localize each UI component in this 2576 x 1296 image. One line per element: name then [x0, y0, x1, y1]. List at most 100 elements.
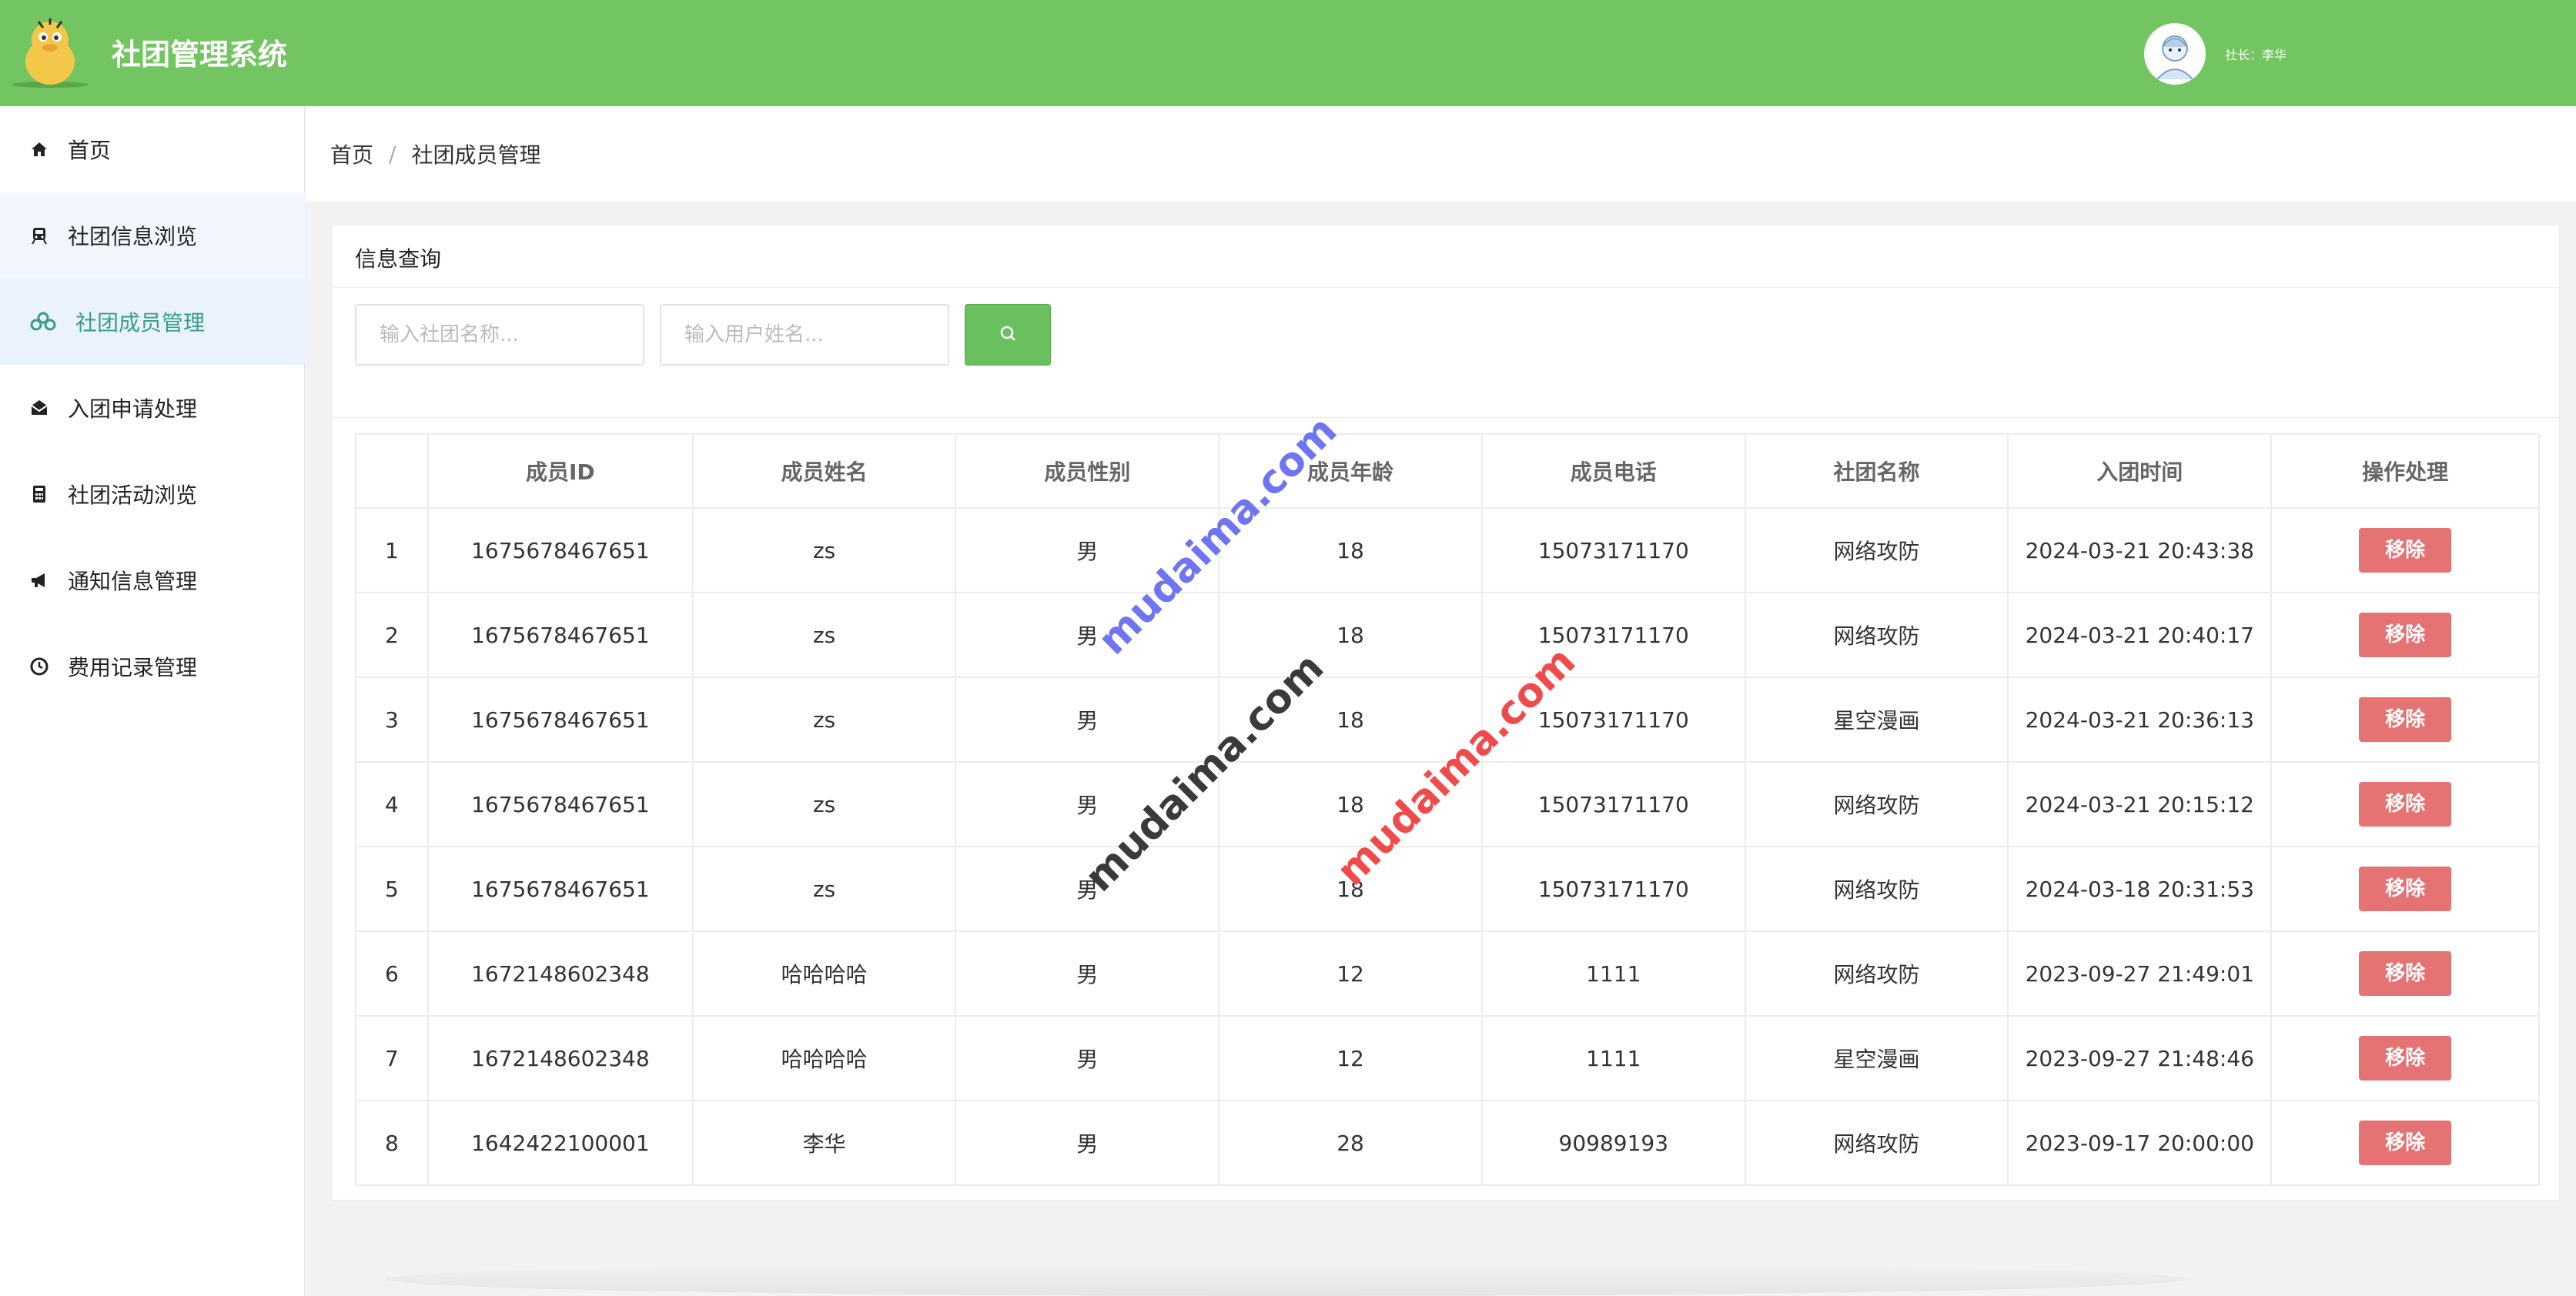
table-row: 5 1675678467651 zs 男 18 15073171170 网络攻防 2024-0… — [355, 846, 2540, 932]
remove-button[interactable]: 移除 — [2359, 528, 2452, 573]
sidebar-item-club-info[interactable]: 社团信息浏览 — [0, 192, 305, 279]
cell-age: 12 — [1218, 930, 1483, 1017]
cell-actions: 移除 — [2270, 1015, 2540, 1101]
clock-icon — [28, 655, 51, 678]
cell-club-name: 网络攻防 — [1744, 1100, 2009, 1186]
cell-member-id: 1675678467651 — [427, 761, 694, 847]
cell-join-time: 2024-03-18 20:31:53 — [2007, 846, 2273, 932]
cell-index: 6 — [355, 930, 429, 1017]
cell-gender: 男 — [955, 1100, 1220, 1186]
col-header-gender: 成员性别 — [955, 433, 1220, 509]
breadcrumb-home[interactable]: 首页 — [330, 139, 373, 169]
user-name-input[interactable] — [660, 304, 949, 366]
cell-club-name: 星空漫画 — [1744, 676, 2009, 763]
cell-index: 7 — [355, 1015, 429, 1101]
col-header-phone: 成员电话 — [1480, 433, 1746, 509]
cell-phone: 15073171170 — [1480, 507, 1746, 593]
cell-gender: 男 — [955, 1015, 1220, 1101]
remove-button[interactable]: 移除 — [2359, 951, 2452, 996]
remove-button[interactable]: 移除 — [2359, 782, 2452, 827]
cell-club-name: 网络攻防 — [1744, 930, 2009, 1017]
sidebar-item-label: 社团信息浏览 — [68, 224, 198, 249]
cell-member-name: zs — [691, 846, 957, 932]
search-button[interactable] — [965, 304, 1051, 366]
table-row: 7 1672148602348 哈哈哈哈男 12 1111 星空漫画 2023-09-27 … — [355, 1015, 2540, 1101]
top-header: 社团管理系统 社长：李华 — [0, 0, 2576, 106]
cell-index: 3 — [355, 676, 429, 763]
col-header-join-time: 入团时间 — [2007, 433, 2273, 509]
cell-member-id: 1675678467651 — [427, 507, 694, 593]
cell-index: 4 — [355, 761, 429, 847]
cell-join-time: 2024-03-21 20:15:12 — [2007, 761, 2273, 847]
cell-join-time: 2024-03-21 20:43:38 — [2007, 507, 2273, 593]
cell-phone: 1111 — [1480, 1015, 1746, 1101]
cell-index: 2 — [355, 592, 429, 678]
cell-member-name: zs — [691, 761, 957, 847]
remove-button[interactable]: 移除 — [2359, 1036, 2452, 1081]
sidebar-item-label: 入团申请处理 — [68, 396, 198, 422]
user-role-label: 社长：李华 — [2225, 48, 2287, 62]
remove-button[interactable]: 移除 — [2359, 1121, 2452, 1165]
cell-join-time: 2024-03-21 20:40:17 — [2007, 592, 2273, 678]
cell-age: 12 — [1218, 1015, 1483, 1101]
cell-member-name: 李华 — [691, 1100, 957, 1186]
cell-member-id: 1675678467651 — [427, 592, 694, 678]
cell-join-time: 2023-09-27 21:49:01 — [2007, 930, 2273, 1017]
sidebar-item-label: 社团活动浏览 — [68, 483, 198, 508]
sidebar-item-home[interactable]: 首页 — [0, 106, 305, 192]
cell-member-name: zs — [691, 592, 957, 678]
home-icon — [28, 138, 51, 161]
cell-actions: 移除 — [2270, 592, 2540, 678]
cell-phone: 15073171170 — [1480, 761, 1746, 847]
cell-phone: 15073171170 — [1480, 592, 1746, 678]
remove-button[interactable]: 移除 — [2359, 867, 2452, 911]
cell-actions: 移除 — [2270, 761, 2540, 847]
sidebar-item-join-requests[interactable]: 入团申请处理 — [0, 365, 305, 451]
club-name-input[interactable] — [355, 304, 644, 366]
cell-actions: 移除 — [2270, 1100, 2540, 1186]
sidebar-item-label: 通知信息管理 — [68, 569, 198, 594]
sidebar-item-notices[interactable]: 通知信息管理 — [0, 537, 305, 623]
cell-actions: 移除 — [2270, 676, 2540, 763]
cell-member-name: 哈哈哈哈 — [691, 930, 957, 1017]
cell-age: 28 — [1218, 1100, 1483, 1186]
cell-member-id: 1672148602348 — [427, 1015, 694, 1101]
cell-phone: 90989193 — [1480, 1100, 1746, 1186]
cell-join-time: 2024-03-21 20:36:13 — [2007, 676, 2273, 763]
cell-club-name: 网络攻防 — [1744, 846, 2009, 932]
cell-age: 18 — [1218, 592, 1483, 678]
sidebar-item-activities[interactable]: 社团活动浏览 — [0, 451, 305, 537]
cell-member-id: 1675678467651 — [427, 676, 694, 763]
train-icon — [28, 224, 51, 247]
cell-member-id: 1642422100001 — [427, 1100, 694, 1186]
sidebar-item-fees[interactable]: 费用记录管理 — [0, 623, 305, 710]
card-divider — [332, 287, 2559, 288]
remove-button[interactable]: 移除 — [2359, 697, 2452, 742]
table-row: 1 1675678467651 zs 男 18 15073171170 网络攻防 2024-0… — [355, 507, 2540, 593]
sidebar-item-member-mgmt[interactable]: 社团成员管理 — [0, 279, 305, 365]
table-row: 6 1672148602348 哈哈哈哈男 12 1111 网络攻防 2023-09-27 … — [355, 930, 2540, 1017]
col-header-member-name: 成员姓名 — [691, 433, 957, 509]
envelope-icon — [28, 396, 51, 419]
table-row: 8 1642422100001 李华男 28 90989193 网络攻防 2023-09-1… — [355, 1100, 2540, 1186]
cell-gender: 男 — [955, 676, 1220, 763]
cell-club-name: 网络攻防 — [1744, 507, 2009, 593]
cell-actions: 移除 — [2270, 846, 2540, 932]
bottom-shadow — [385, 1262, 2186, 1296]
cell-phone: 15073171170 — [1480, 846, 1746, 932]
cell-join-time: 2023-09-17 20:00:00 — [2007, 1100, 2273, 1186]
remove-button[interactable]: 移除 — [2359, 613, 2452, 657]
cell-index: 5 — [355, 846, 429, 932]
col-header-member-id: 成员ID — [427, 433, 694, 509]
app-title: 社团管理系统 — [112, 38, 288, 72]
cell-club-name: 网络攻防 — [1744, 592, 2009, 678]
cell-club-name: 星空漫画 — [1744, 1015, 2009, 1101]
cell-index: 8 — [355, 1100, 429, 1186]
cell-index: 1 — [355, 507, 429, 593]
users-icon — [28, 310, 59, 333]
avatar[interactable] — [2144, 23, 2206, 85]
table-header-row: 成员ID 成员姓名 成员性别 成员年龄 成员电话 社团名称 入团时间 操作处理 — [355, 433, 2540, 509]
breadcrumb: 首页 / 社团成员管理 — [306, 106, 2576, 202]
cell-member-name: zs — [691, 507, 957, 593]
cell-actions: 移除 — [2270, 507, 2540, 593]
